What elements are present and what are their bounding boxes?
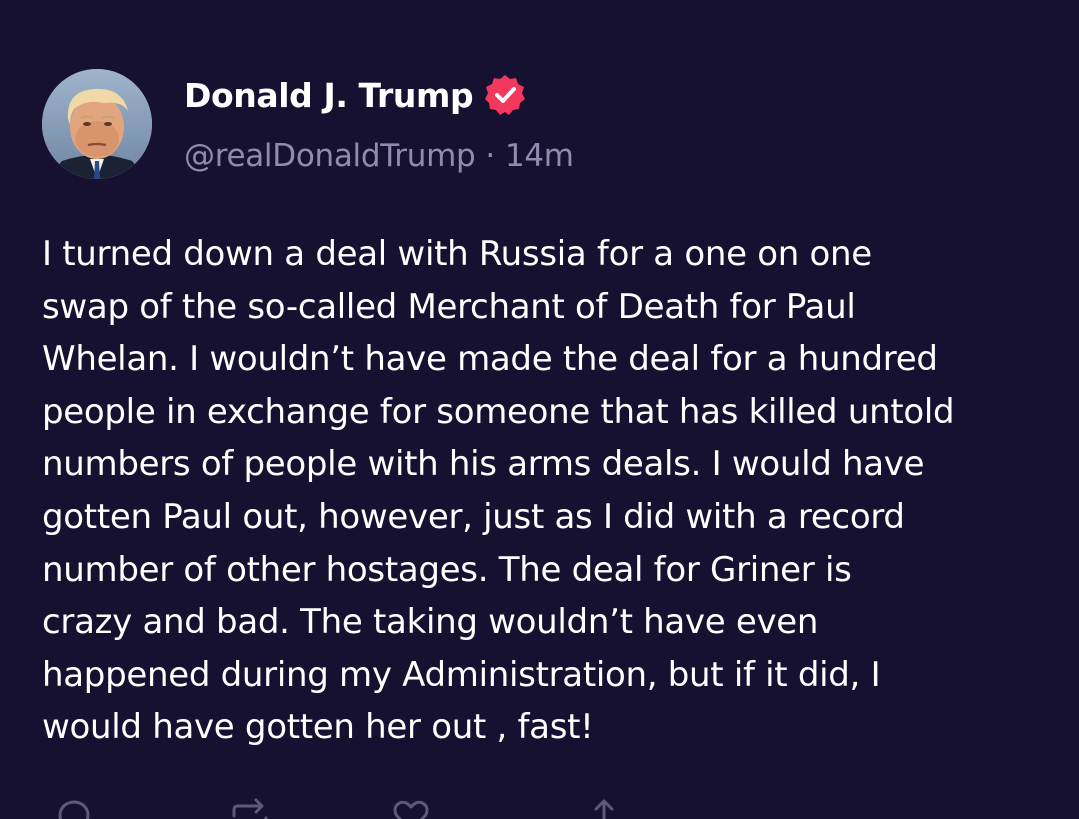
post-text-line: crazy and bad. The taking wouldn’t have …: [42, 602, 819, 643]
post-text-line: number of other hostages. The deal for G…: [42, 549, 852, 590]
post-text-line: swap of the so-called Merchant of Death …: [42, 286, 856, 327]
post-card: Donald J. Trump @realDonaldTrump · 14m I…: [0, 0, 1079, 819]
share-icon: [594, 799, 614, 819]
action-bar: [40, 796, 740, 819]
avatar[interactable]: [42, 69, 152, 179]
post-text-line: people in exchange for someone that has …: [42, 391, 955, 432]
avatar-image: [42, 69, 152, 179]
author-name-row: Donald J. Trump: [184, 72, 527, 118]
reply-button[interactable]: [54, 796, 94, 819]
like-button[interactable]: [390, 796, 432, 819]
share-button[interactable]: [586, 796, 622, 819]
post-text: I turned down a deal with Russia for a o…: [42, 228, 1052, 754]
post-text-line: would have gotten her out , fast!: [42, 707, 594, 748]
verified-badge-icon: [483, 73, 527, 117]
post-text-line: gotten Paul out, however, just as I did …: [42, 496, 905, 537]
post-text-line: I turned down a deal with Russia for a o…: [42, 234, 872, 274]
author-handle[interactable]: @realDonaldTrump: [184, 138, 476, 174]
heart-icon: [393, 800, 429, 819]
retruth-icon: [232, 798, 268, 819]
meta-separator: ·: [485, 138, 495, 174]
post-text-line: numbers of people with his arms deals. I…: [42, 444, 925, 485]
display-name[interactable]: Donald J. Trump: [184, 76, 474, 115]
post-meta: @realDonaldTrump · 14m: [184, 134, 574, 178]
reply-icon: [58, 800, 90, 819]
post-timestamp[interactable]: 14m: [505, 138, 574, 174]
post-text-line: happened during my Administration, but i…: [42, 654, 881, 695]
post-text-line: Whelan. I wouldn’t have made the deal fo…: [42, 339, 938, 380]
retruth-button[interactable]: [228, 796, 272, 819]
